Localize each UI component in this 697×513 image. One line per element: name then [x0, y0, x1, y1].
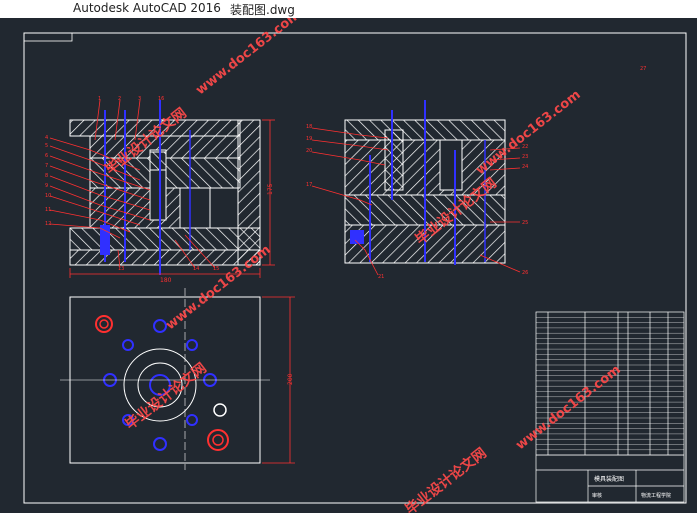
balloon-label: 3: [138, 96, 141, 102]
balloon-label: 14: [193, 266, 199, 272]
cad-drawing[interactable]: 175 180 200 模具装配图 物流工程学院 审核 1 2 34567891…: [0, 18, 697, 513]
balloon-label: 24: [522, 164, 528, 170]
balloon-label: 12: [45, 221, 51, 227]
balloon-label: 15: [213, 266, 219, 272]
balloon-label: 19: [306, 136, 312, 142]
window-titlebar: Autodesk AutoCAD 2016 装配图.dwg: [0, 0, 697, 18]
balloon-label: 2: [118, 96, 121, 102]
balloon-label: 20: [306, 148, 312, 154]
drawing-canvas[interactable]: 175 180 200 模具装配图 物流工程学院 审核 1 2 3 4 5 6 …: [0, 18, 697, 513]
file-name: 装配图.dwg: [230, 3, 295, 17]
app-title: Autodesk AutoCAD 2016: [73, 1, 221, 15]
title-checked: 审核: [592, 492, 602, 499]
balloon-label: 1: [98, 96, 101, 102]
balloon-label: 16: [158, 96, 164, 102]
dim-height-plan: 200: [287, 373, 294, 385]
dim-width-top: 180: [160, 277, 172, 284]
balloon-label: 18: [306, 124, 312, 130]
balloon-label: 26: [522, 270, 528, 276]
balloon-label: 27: [640, 66, 646, 72]
balloon-label: 5: [45, 143, 48, 149]
balloon-label: 21: [378, 274, 384, 280]
balloon-label: 23: [522, 154, 528, 160]
dim-height-top: 175: [267, 183, 274, 195]
watermark-url-4: www.doc163.com: [513, 362, 623, 453]
balloon-label: 10: [45, 193, 51, 199]
balloon-label: 17: [306, 182, 312, 188]
watermark-url-1: www.doc163.com: [193, 18, 303, 98]
balloon-label: 4: [45, 135, 48, 141]
bom-rows: [536, 317, 684, 456]
balloon-label: 8: [45, 173, 48, 179]
balloon-label: 7: [45, 163, 48, 169]
title-school: 物流工程学院: [641, 492, 671, 499]
balloon-label: 6: [45, 153, 48, 159]
balloon-label: 13: [118, 266, 124, 272]
balloon-label: 11: [45, 207, 51, 213]
balloon-label: 25: [522, 220, 528, 226]
title-drawing-name: 模具装配图: [594, 475, 624, 483]
frame-corner-box: [23, 32, 73, 42]
balloon-label: 9: [45, 183, 48, 189]
